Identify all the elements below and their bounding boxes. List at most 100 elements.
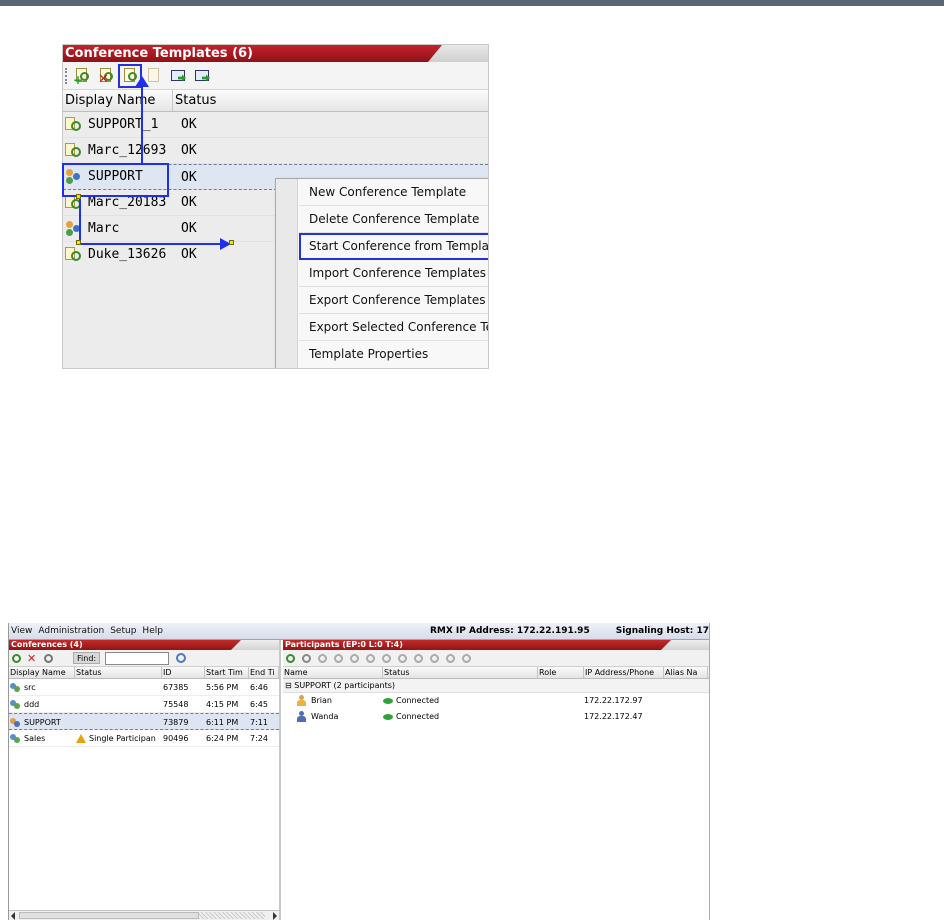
menu-export-conference-templates[interactable]: Export Conference Templates (299, 287, 488, 314)
callout-handle (76, 240, 81, 245)
template-name: Marc_12693 (88, 142, 167, 158)
templates-column-header: Display Name Status (63, 90, 488, 112)
participant-tool-icon[interactable] (429, 653, 440, 664)
conference-row[interactable]: src 67385 5:56 PM 6:46 (9, 679, 279, 696)
template-status: OK (181, 247, 197, 262)
conferences-title: Conferences (4) (11, 640, 83, 649)
menu-template-properties[interactable]: Template Properties (299, 341, 488, 368)
conference-templates-panel: Conference Templates (6) + ✕ Display Nam… (62, 44, 489, 369)
participant-tool-icon[interactable] (461, 653, 472, 664)
callout-box-support-row (62, 163, 169, 197)
callout-line-down (79, 197, 81, 244)
template-name: SUPPORT_1 (88, 116, 159, 132)
menu-setup[interactable]: Setup (110, 626, 136, 636)
import-templates-icon[interactable] (169, 67, 187, 85)
col-display-name[interactable]: Display Name (9, 667, 75, 678)
col-id[interactable]: ID (162, 667, 205, 678)
participant-tool-icon[interactable] (349, 653, 360, 664)
template-status: OK (181, 170, 197, 185)
col-display-name[interactable]: Display Name (63, 90, 173, 111)
col-alias-name[interactable]: Alias Na (664, 667, 708, 678)
callout-handle (76, 194, 81, 199)
conference-row-selected[interactable]: SUPPORT 73879 6:11 PM 7:11 (9, 713, 279, 730)
collapse-icon[interactable]: ⊟ (285, 681, 292, 690)
connected-icon (383, 713, 393, 720)
conference-icon (10, 682, 21, 693)
conferences-pane: Conferences (4) ✕ Find: Display Name Sta… (9, 640, 281, 920)
col-ip-address[interactable]: IP Address/Phone (584, 667, 664, 678)
menu-view[interactable]: View (11, 626, 32, 636)
participant-tool-icon[interactable] (413, 653, 424, 664)
col-end-time[interactable]: End Ti (249, 667, 279, 678)
menu-administration[interactable]: Administration (38, 626, 104, 636)
participants-pane: Participants (EP:0 L:0 T:4) Name Status … (283, 640, 709, 920)
participants-title: Participants (EP:0 L:0 T:4) (285, 640, 403, 649)
participants-column-header: Name Status Role IP Address/Phone Alias … (283, 667, 709, 679)
conference-row[interactable]: ddd 75548 4:15 PM 6:45 (9, 696, 279, 713)
template-icon (65, 142, 83, 159)
participant-tool-icon[interactable] (381, 653, 392, 664)
templates-panel-title: Conference Templates (6) (65, 46, 253, 61)
col-start-time[interactable]: Start Tim (205, 667, 249, 678)
col-role[interactable]: Role (538, 667, 584, 678)
callout-line-up (141, 80, 143, 164)
template-name: Duke_13626 (88, 247, 167, 262)
find-label: Find: (73, 652, 101, 664)
participant-row[interactable]: Wanda Connected 172.22.172.47 (283, 709, 709, 725)
participant-tool-icon[interactable] (445, 653, 456, 664)
col-status[interactable]: Status (383, 667, 538, 678)
callout-arrow-up (135, 76, 149, 87)
new-conference-icon[interactable] (11, 653, 22, 664)
menu-bar: View Administration Setup Help RMX IP Ad… (9, 623, 709, 640)
find-input[interactable] (105, 651, 170, 665)
conference-icon (10, 699, 21, 710)
person-icon (297, 695, 306, 706)
col-status[interactable]: Status (75, 667, 162, 678)
participant-tool-icon[interactable] (301, 653, 312, 664)
menu-start-conference-from-template[interactable]: Start Conference from Template (299, 233, 488, 260)
rmx-manager-window: View Administration Setup Help RMX IP Ad… (8, 623, 710, 920)
participants-header: Participants (EP:0 L:0 T:4) (283, 640, 709, 650)
menu-help[interactable]: Help (142, 626, 163, 636)
add-participant-icon[interactable] (285, 653, 296, 664)
templates-toolbar: + ✕ (63, 62, 488, 90)
conference-icon (10, 733, 21, 744)
template-row[interactable]: Marc_12693 OK (63, 138, 488, 164)
participant-tool-icon[interactable] (365, 653, 376, 664)
menu-delete-conference-template[interactable]: Delete Conference Template (299, 206, 488, 233)
conferences-toolbar: ✕ Find: (9, 650, 279, 667)
template-icon (65, 247, 83, 263)
toolbar-grip (65, 67, 67, 84)
template-status: OK (181, 117, 197, 132)
participant-tool-icon[interactable] (397, 653, 408, 664)
participant-tool-icon[interactable] (333, 653, 344, 664)
delete-conference-icon[interactable]: ✕ (27, 653, 38, 664)
participants-toolbar (283, 650, 709, 667)
export-templates-icon[interactable] (193, 67, 211, 85)
conference-row[interactable]: Sales Single Participan 90496 6:24 PM 7:… (9, 730, 279, 747)
person-icon (297, 711, 306, 722)
callout-line-right (79, 243, 221, 245)
save-as-template-icon[interactable] (43, 653, 54, 664)
template-row[interactable]: SUPPORT_1 OK (63, 112, 488, 138)
participant-tool-icon[interactable] (317, 653, 328, 664)
search-icon[interactable] (176, 653, 187, 663)
col-name[interactable]: Name (283, 667, 383, 678)
horizontal-scrollbar[interactable] (9, 910, 279, 920)
rmx-ip-address: RMX IP Address: 172.22.191.95 (429, 626, 590, 636)
menu-import-conference-templates[interactable]: Import Conference Templates (299, 260, 488, 287)
template-name: Marc (88, 220, 120, 236)
signaling-host: Signaling Host: 17 (615, 626, 709, 636)
template-status: OK (181, 221, 197, 236)
templates-panel-header: Conference Templates (6) (63, 45, 488, 62)
col-status[interactable]: Status (173, 90, 488, 111)
callout-handle (229, 240, 234, 245)
template-status: OK (181, 143, 197, 158)
menu-export-selected-conference-templates[interactable]: Export Selected Conference Templates (299, 314, 488, 341)
delete-template-icon[interactable]: ✕ (97, 67, 115, 86)
new-template-icon[interactable]: + (73, 67, 91, 86)
menu-new-conference-template[interactable]: New Conference Template (299, 179, 488, 206)
participant-group-row[interactable]: ⊟ SUPPORT (2 participants) (283, 679, 709, 693)
page-top-rule (0, 0, 944, 6)
participant-row[interactable]: Brian Connected 172.22.172.97 (283, 693, 709, 709)
